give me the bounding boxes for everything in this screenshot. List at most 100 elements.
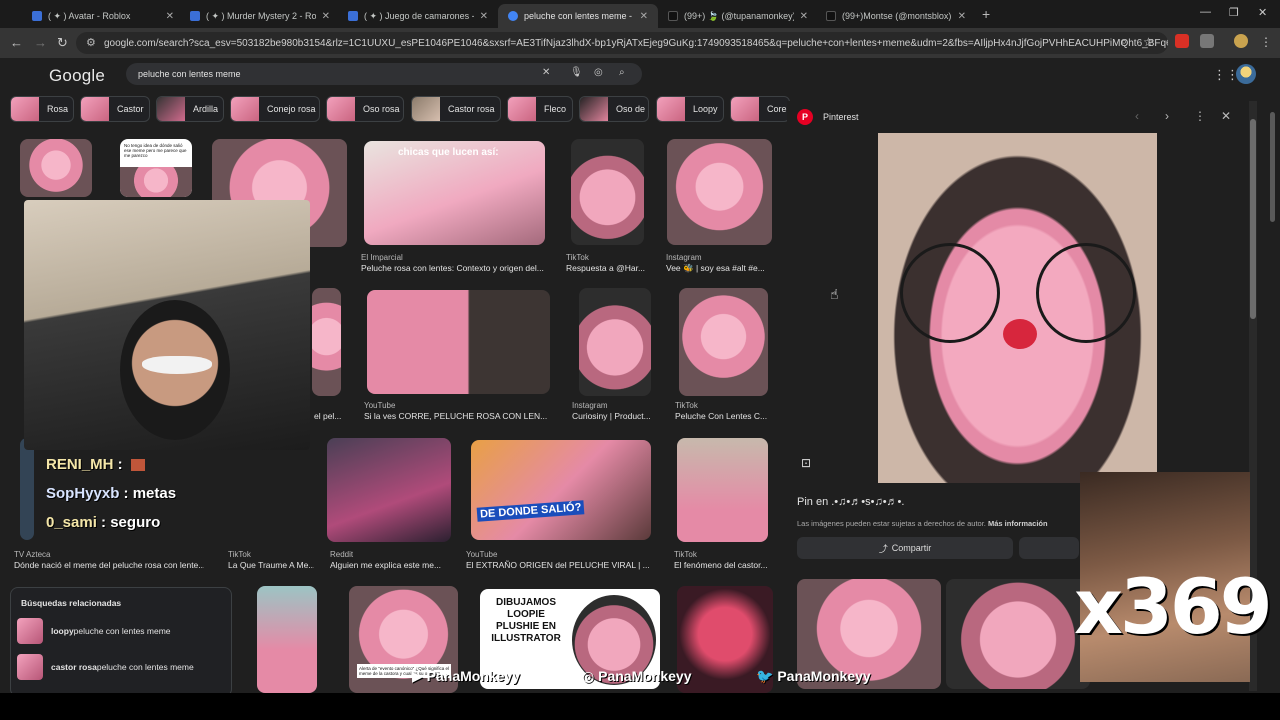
- panel-scroll-thumb[interactable]: [1250, 119, 1256, 319]
- result-source: El Imparcial: [361, 253, 403, 262]
- reload-icon[interactable]: ↻: [57, 35, 68, 51]
- image-overlay-text: chicas que lucen así:: [398, 147, 499, 158]
- image-result[interactable]: [667, 139, 772, 245]
- result-caption[interactable]: Peluche Con Lentes C...: [675, 411, 773, 421]
- image-result[interactable]: No tengo idea de dónde salió ese meme pe…: [120, 139, 192, 197]
- more-options-icon[interactable]: ⋮: [1194, 109, 1206, 123]
- close-tab-icon[interactable]: ✕: [322, 11, 330, 22]
- visit-button[interactable]: [1019, 537, 1079, 559]
- tab-tiktok-tupanamonkey[interactable]: (99+) 🍃 (@tupanamonkey) | TikTok ✕: [658, 4, 818, 28]
- chip-label: Castor rosa: [448, 104, 495, 114]
- restore-icon[interactable]: ❐: [1229, 6, 1239, 19]
- result-caption[interactable]: Curiosiny | Product...: [572, 411, 656, 421]
- back-arrow-icon[interactable]: ←: [10, 35, 23, 50]
- site-info-icon[interactable]: ⚙: [86, 36, 96, 49]
- share-button[interactable]: ⤴ Compartir: [797, 537, 1013, 559]
- next-arrow-icon[interactable]: ›: [1165, 109, 1169, 123]
- close-tab-icon[interactable]: ✕: [640, 11, 648, 22]
- related-text: peluche con lentes meme: [73, 626, 171, 636]
- tab-title: (99+)Montse (@montsblox) | TikTok: [842, 11, 952, 21]
- image-result[interactable]: [312, 288, 341, 396]
- result-caption[interactable]: Respuesta a @Har...: [566, 263, 651, 273]
- related-bold-text: loopy: [51, 626, 74, 636]
- forward-arrow-icon[interactable]: →: [34, 35, 47, 50]
- search-icon[interactable]: ⌕: [619, 67, 625, 78]
- google-lens-icon[interactable]: ⊡: [801, 456, 811, 470]
- chip-castor-rosa[interactable]: Castor rosa: [411, 96, 501, 122]
- page-scrollbar[interactable]: [1270, 112, 1275, 222]
- close-window-icon[interactable]: ✕: [1258, 6, 1267, 19]
- image-result[interactable]: [367, 290, 550, 394]
- image-result[interactable]: [20, 139, 92, 197]
- related-item[interactable]: castor rosa peluche con lentes meme: [17, 654, 194, 680]
- image-result[interactable]: [571, 139, 644, 245]
- image-result[interactable]: [257, 586, 317, 693]
- image-result[interactable]: [677, 438, 768, 542]
- tab-tiktok-montsblox[interactable]: (99+)Montse (@montsblox) | TikTok ✕: [816, 4, 976, 28]
- social-handle: PanaMonkeyy: [777, 668, 871, 684]
- new-tab-plus-icon[interactable]: +: [982, 6, 990, 22]
- chip-oso-rosa[interactable]: Oso rosa: [326, 96, 404, 122]
- chat-username: RENI_MH: [46, 456, 114, 473]
- tab-google-search[interactable]: peluche con lentes meme - Buscar ✕: [498, 4, 658, 28]
- microphone-icon[interactable]: 🎙: [570, 67, 583, 78]
- instagram-icon: ◎: [582, 668, 599, 684]
- close-tab-icon[interactable]: ✕: [166, 11, 174, 22]
- minimize-icon[interactable]: —: [1200, 6, 1211, 18]
- address-bar[interactable]: ⚙ google.com/search?sca_esv=503182be980b…: [76, 32, 1168, 54]
- result-caption[interactable]: el pel...: [314, 411, 354, 421]
- result-caption[interactable]: Vee 🐝 | soy esa #alt #e...: [666, 263, 774, 274]
- chip-oso-de[interactable]: Oso de: [579, 96, 649, 122]
- previous-arrow-icon[interactable]: ‹: [1135, 109, 1139, 123]
- tab-juego-camarones[interactable]: ( ✦ ) Juego de camarones - Roblox ✕: [338, 4, 498, 28]
- result-caption[interactable]: Peluche rosa con lentes: Contexto y orig…: [361, 263, 551, 273]
- close-tab-icon[interactable]: ✕: [800, 11, 808, 22]
- close-tab-icon[interactable]: ✕: [480, 11, 488, 22]
- result-caption[interactable]: El fenómeno del castor...: [674, 560, 774, 570]
- zoom-search-icon[interactable]: ⌕: [1121, 36, 1135, 50]
- chip-castor[interactable]: Castor: [80, 96, 150, 122]
- bookmark-star-icon[interactable]: ☆: [1143, 35, 1157, 49]
- chip-fleco[interactable]: Fleco: [507, 96, 573, 122]
- panel-source[interactable]: P Pinterest: [797, 109, 859, 125]
- chip-conejo-rosa[interactable]: Conejo rosa: [230, 96, 320, 122]
- image-result[interactable]: [20, 438, 34, 540]
- image-result[interactable]: [579, 288, 651, 396]
- chat-message: RENI_MH :: [46, 456, 145, 473]
- chip-thumbnail: [412, 97, 440, 121]
- image-result[interactable]: chicas que lucen así:: [364, 141, 545, 245]
- tab-avatar-roblox[interactable]: ( ✦ ) Avatar - Roblox ✕: [22, 4, 184, 28]
- result-caption[interactable]: El EXTRAÑO ORIGEN del PELUCHE VIRAL | ..…: [466, 560, 656, 570]
- related-item[interactable]: loopy peluche con lentes meme: [17, 618, 171, 644]
- clear-search-icon[interactable]: ✕: [542, 67, 550, 78]
- related-image[interactable]: [946, 579, 1090, 689]
- more-info-link[interactable]: Más información: [988, 519, 1048, 528]
- result-caption[interactable]: Alguien me explica este me...: [330, 560, 456, 570]
- result-caption[interactable]: Dónde nació el meme del peluche rosa con…: [14, 560, 204, 570]
- related-thumbnail: [17, 654, 43, 680]
- chip-rosa[interactable]: Rosa: [10, 96, 74, 122]
- chip-loopy[interactable]: Loopy: [656, 96, 724, 122]
- related-bold-text: castor rosa: [51, 662, 97, 672]
- chip-ardilla[interactable]: Ardilla: [156, 96, 224, 122]
- close-panel-icon[interactable]: ✕: [1221, 109, 1231, 123]
- search-input[interactable]: peluche con lentes meme ✕ 🎙 ◎ ⌕: [126, 63, 642, 85]
- google-logo[interactable]: Google: [49, 66, 105, 86]
- image-result[interactable]: DE DONDE SALIÓ?: [471, 440, 651, 540]
- image-result[interactable]: [679, 288, 768, 396]
- tab-murder-mystery[interactable]: ( ✦ ) Murder Mystery 2 - Roblox ✕: [180, 4, 340, 28]
- preview-image[interactable]: [878, 133, 1157, 483]
- result-caption[interactable]: La Que Traume A Me...: [228, 560, 314, 570]
- youtube-social: ▶ PanaMonkeyy: [412, 668, 520, 685]
- result-caption[interactable]: Si la ves CORRE, PELUCHE ROSA CON LEN...: [364, 411, 554, 421]
- browser-menu-icon[interactable]: ⋮: [1260, 35, 1274, 49]
- result-source: Instagram: [666, 253, 702, 262]
- image-result[interactable]: [327, 438, 451, 542]
- extension-red-icon[interactable]: [1175, 34, 1189, 48]
- lens-camera-icon[interactable]: ◎: [594, 67, 603, 78]
- profile-avatar-icon[interactable]: [1234, 34, 1248, 48]
- chip-core[interactable]: Core: [730, 96, 790, 122]
- close-tab-icon[interactable]: ✕: [958, 11, 966, 22]
- extensions-puzzle-icon[interactable]: [1200, 34, 1214, 48]
- account-avatar[interactable]: [1236, 64, 1256, 84]
